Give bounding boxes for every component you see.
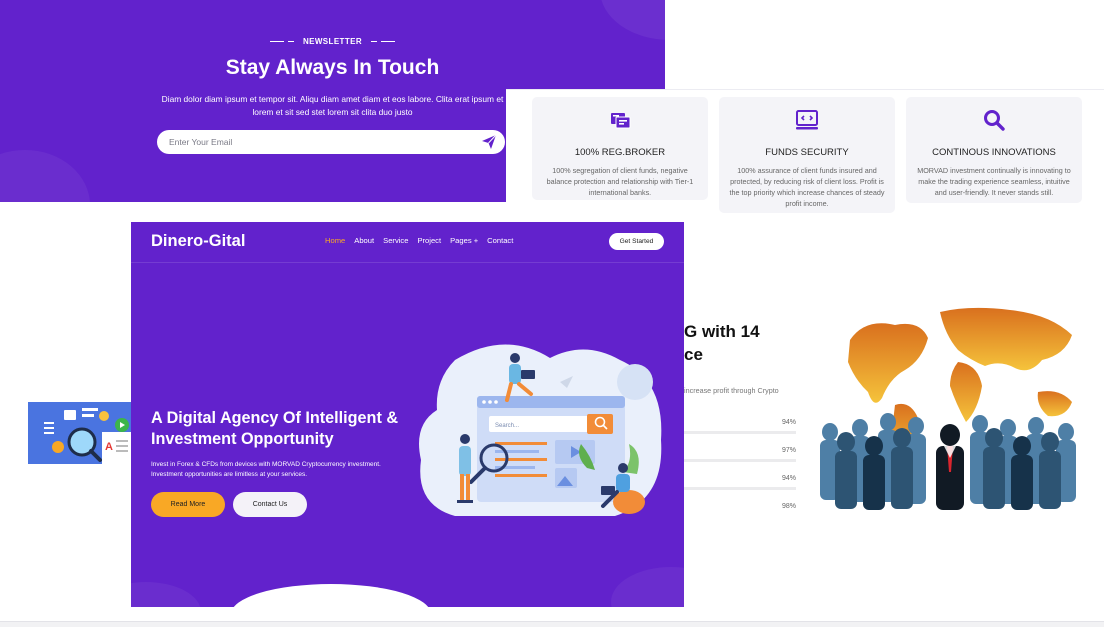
search-icon — [984, 110, 1005, 131]
svg-text:A: A — [105, 441, 113, 453]
decorative-blob — [0, 150, 90, 202]
skills-title-line1: G with 14 — [684, 322, 760, 341]
hero-illustration: Search... — [419, 344, 662, 516]
skill-percent: 98% — [781, 503, 796, 510]
nav-item-project[interactable]: Project — [417, 236, 441, 245]
feature-description: 100% assurance of client funds insured a… — [729, 166, 885, 208]
newsletter-eyebrow: NEWSLETTER — [0, 37, 665, 46]
get-started-button[interactable]: Get Started — [609, 233, 664, 250]
decorative-blob — [611, 567, 684, 607]
broker-icon — [611, 113, 631, 129]
newsletter-form — [157, 130, 505, 154]
email-input[interactable] — [169, 135, 469, 149]
feature-title: 100% REG.BROKER — [574, 147, 666, 158]
skill-progress-row: 94% — [684, 419, 798, 434]
nav-item-about[interactable]: About — [354, 236, 374, 245]
hero-title: A Digital Agency Of Intelligent & Invest… — [151, 409, 399, 448]
nav-item-service[interactable]: Service — [383, 236, 408, 245]
page-bottom-edge — [0, 621, 1104, 627]
read-more-button[interactable]: Read More — [151, 492, 225, 517]
feature-title: FUNDS SECURITY — [765, 147, 849, 158]
feature-card-security: FUNDS SECURITY 100% assurance of client … — [719, 97, 895, 213]
skill-progress-row: 94% — [684, 475, 798, 490]
skills-title: G with 14 ce — [684, 320, 760, 366]
hero-wave-decoration — [231, 584, 431, 607]
nav-menu: Home About Service Project Pages + Conta… — [325, 236, 513, 245]
seo-analytics-illustration: A — [28, 402, 131, 464]
feature-card-broker: 100% REG.BROKER 100% segregation of clie… — [532, 97, 708, 200]
search-placeholder-text: Search... — [495, 423, 519, 429]
skill-progress-row: 97% — [684, 447, 798, 462]
world-map-crowd-image — [820, 307, 1076, 510]
newsletter-eyebrow-text: NEWSLETTER — [302, 37, 363, 46]
contact-us-button[interactable]: Contact Us — [233, 492, 307, 517]
skill-progress-row: 98% — [684, 503, 798, 515]
paper-plane-icon[interactable] — [481, 134, 497, 150]
skills-subtitle: increase profit through Crypto — [684, 386, 779, 395]
newsletter-description: Diam dolor diam ipsum et tempor sit. Ali… — [161, 94, 504, 117]
feature-description: 100% segregation of client funds, negati… — [546, 166, 694, 197]
code-window-icon — [796, 110, 818, 130]
skill-percent: 97% — [781, 447, 796, 454]
hero-section: Dinero-Gital Home About Service Project … — [131, 222, 684, 607]
skill-percent: 94% — [781, 419, 796, 426]
newsletter-title: Stay Always In Touch — [225, 56, 440, 79]
nav-item-pages[interactable]: Pages + — [450, 236, 478, 245]
hero-description: Invest in Forex & CFDs from devices with… — [151, 461, 381, 478]
skills-title-line2: ce — [684, 345, 703, 364]
nav-item-contact[interactable]: Contact — [487, 236, 513, 245]
feature-card-innovations: CONTINOUS INNOVATIONS MORVAD investment … — [906, 97, 1082, 203]
skill-percent: 94% — [781, 475, 796, 482]
navbar: Dinero-Gital Home About Service Project … — [131, 222, 684, 263]
feature-description: MORVAD investment continually is innovat… — [917, 166, 1071, 197]
nav-item-home[interactable]: Home — [325, 236, 345, 245]
feature-title: CONTINOUS INNOVATIONS — [932, 147, 1056, 158]
decorative-blob — [600, 0, 665, 40]
decorative-blob — [131, 582, 201, 607]
brand-logo[interactable]: Dinero-Gital — [151, 232, 245, 251]
features-section: 100% REG.BROKER 100% segregation of clie… — [506, 89, 1104, 218]
